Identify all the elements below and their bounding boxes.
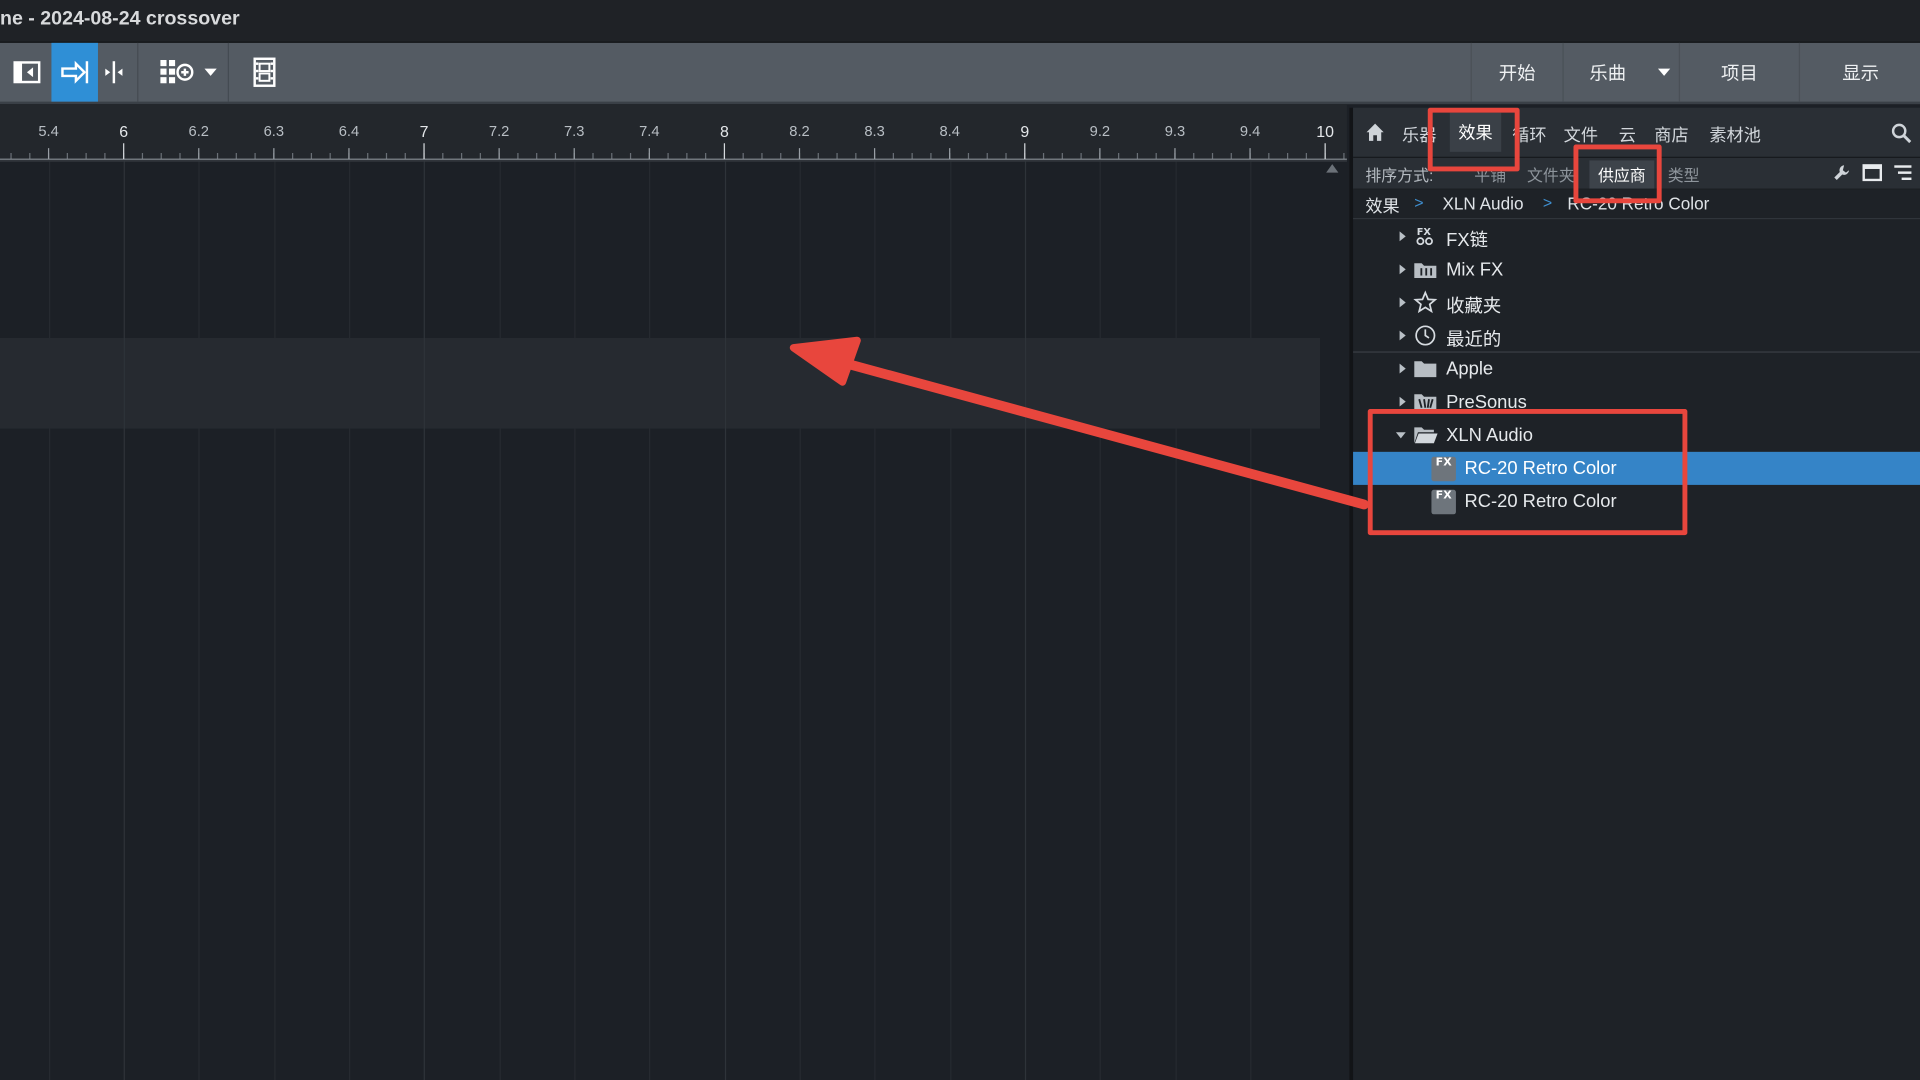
app-window: ne - 2024-08-24 crossover 开始 乐曲 项目 显示 5.…	[0, 0, 1920, 1080]
annotation-arrow	[789, 336, 1369, 510]
